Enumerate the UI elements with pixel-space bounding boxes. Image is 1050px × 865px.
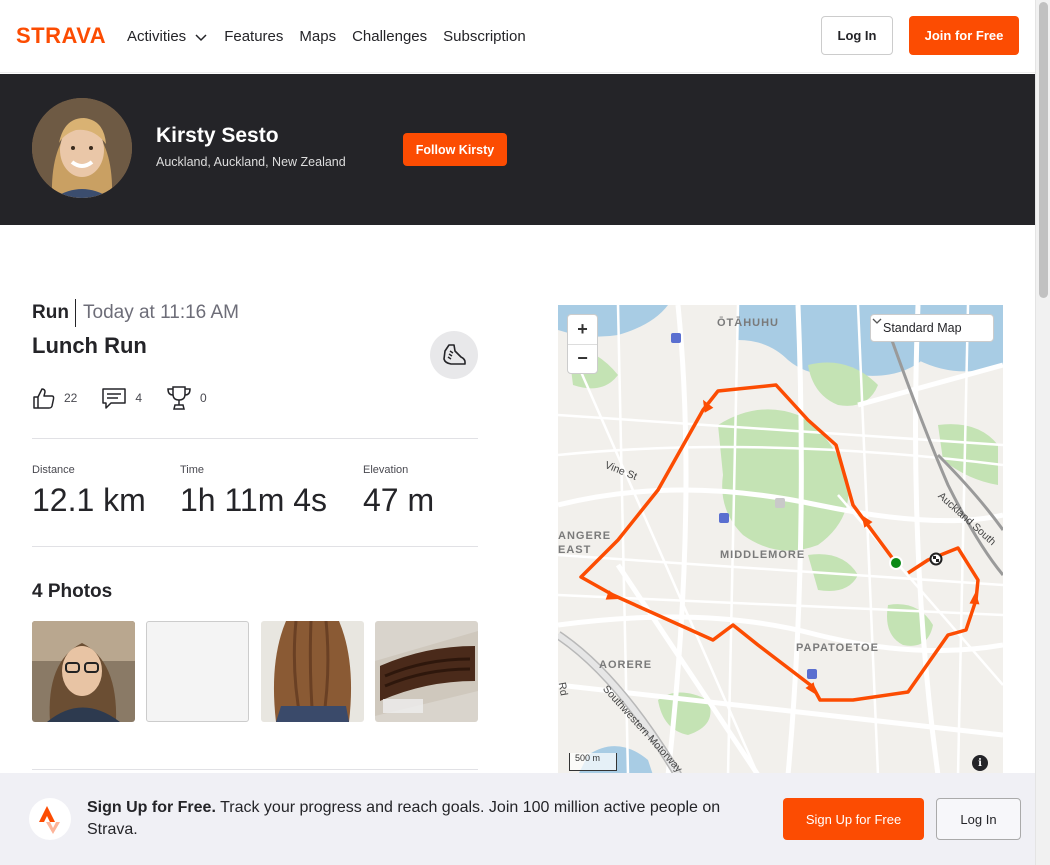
stat-elevation: Elevation 47 m	[363, 464, 434, 519]
chevron-down-icon	[195, 33, 207, 41]
nav-menu: Activities Features Maps Challenges Subs…	[127, 0, 526, 73]
nav-item-label: Activities	[127, 28, 187, 45]
map-label-mangere-east: ANGERE EAST	[558, 530, 612, 556]
nav-item-activities[interactable]: Activities	[127, 28, 208, 45]
nav-item-label: Features	[224, 28, 284, 45]
athlete-header: Kirsty Sesto Auckland, Auckland, New Zea…	[0, 74, 1035, 225]
map-style-select[interactable]: Standard Map	[870, 314, 994, 342]
activity-date: Today at 11:16 AM	[83, 302, 239, 323]
avatar[interactable]	[32, 98, 132, 198]
page: STRAVA Activities Features Maps Challeng…	[0, 0, 1050, 865]
stat-distance: Distance 12.1 km	[32, 464, 146, 519]
stat-time: Time 1h 11m 4s	[180, 464, 327, 519]
thumbs-up-icon	[33, 388, 55, 409]
zoom-in-button[interactable]: +	[568, 315, 597, 344]
comments-button[interactable]: 4	[101, 387, 142, 409]
scrollbar[interactable]	[1035, 0, 1050, 865]
achievement-count: 0	[200, 391, 207, 405]
photo-thumbnail[interactable]	[375, 621, 478, 722]
login-button[interactable]: Log In	[821, 16, 893, 55]
photos-title: 4 Photos	[32, 581, 113, 602]
nav-item-label: Challenges	[352, 28, 428, 45]
strava-mark-icon	[29, 798, 71, 840]
signup-banner: Sign Up for Free. Track your progress an…	[0, 773, 1035, 865]
stat-label: Distance	[32, 464, 75, 476]
nav-item-label: Maps	[299, 28, 337, 45]
svg-text:STRAVA: STRAVA	[16, 25, 106, 45]
info-icon[interactable]: i	[972, 755, 988, 771]
athlete-location: Auckland, Auckland, New Zealand	[156, 155, 346, 169]
nav-item-features[interactable]: Features	[224, 28, 283, 45]
kudos-count: 22	[64, 391, 78, 405]
stat-value: 12.1 km	[32, 482, 146, 518]
trophy-icon	[167, 386, 191, 410]
nav-item-subscription[interactable]: Subscription	[443, 28, 526, 45]
activity-type: Run	[32, 302, 69, 323]
athlete-name[interactable]: Kirsty Sesto	[156, 124, 279, 148]
banner-headline: Sign Up for Free.	[87, 799, 216, 816]
divider	[75, 299, 76, 327]
stat-label: Elevation	[363, 464, 409, 476]
banner-text: Sign Up for Free. Track your progress an…	[87, 797, 757, 841]
strava-logo[interactable]: STRAVA	[16, 23, 111, 50]
route-finish-marker	[929, 552, 943, 566]
street-label-rd: Rd	[558, 681, 570, 697]
zoom-controls: + −	[567, 314, 598, 374]
divider	[32, 546, 478, 547]
photo-thumbnail[interactable]	[146, 621, 249, 722]
shoe-icon[interactable]	[430, 331, 478, 379]
top-nav: STRAVA Activities Features Maps Challeng…	[0, 0, 1035, 73]
photo-thumbnail[interactable]	[261, 621, 364, 722]
nav-item-label: Subscription	[443, 28, 526, 45]
map-scale: 500 m	[569, 753, 617, 771]
route-direction-arrow	[969, 592, 980, 605]
comment-icon	[102, 388, 127, 409]
divider	[32, 769, 478, 770]
divider	[32, 438, 478, 439]
join-button[interactable]: Join for Free	[909, 16, 1019, 55]
nav-item-maps[interactable]: Maps	[299, 28, 336, 45]
activity-stats: Distance 12.1 km Time 1h 11m 4s Elevatio…	[32, 464, 478, 524]
map-style-label: Standard Map	[883, 321, 962, 335]
zoom-out-button[interactable]: −	[568, 343, 597, 374]
kudos-button[interactable]: 22	[32, 386, 77, 410]
achievements-button[interactable]: 0	[166, 385, 207, 411]
map-label-middlemore: MIDDLEMORE	[720, 549, 806, 561]
stat-label: Time	[180, 464, 205, 476]
map-label-papatoetoe: PAPATOETOE	[796, 642, 879, 654]
nav-item-challenges[interactable]: Challenges	[352, 28, 427, 45]
banner-login-button[interactable]: Log In	[936, 798, 1021, 840]
stat-value: 1h 11m 4s	[180, 482, 328, 518]
signup-button[interactable]: Sign Up for Free	[783, 798, 924, 840]
scrollbar-thumb[interactable]	[1039, 2, 1048, 298]
stat-value: 47 m	[363, 482, 435, 518]
route-start-marker	[889, 556, 903, 570]
comment-count: 4	[135, 391, 143, 405]
map-label-aorere: AORERE	[599, 659, 653, 671]
reactions-bar: 22 4 0	[32, 384, 231, 412]
chevron-down-icon	[872, 318, 882, 324]
map-label-otahuhu: ŌTĀHUHU	[717, 317, 779, 329]
activity-title: Lunch Run	[32, 333, 147, 358]
route-map[interactable]: ŌTĀHUHU MIDDLEMORE PAPATOETOE AORERE ANG…	[558, 305, 1003, 775]
follow-button[interactable]: Follow Kirsty	[403, 133, 507, 166]
photo-thumbnail[interactable]	[32, 621, 135, 722]
